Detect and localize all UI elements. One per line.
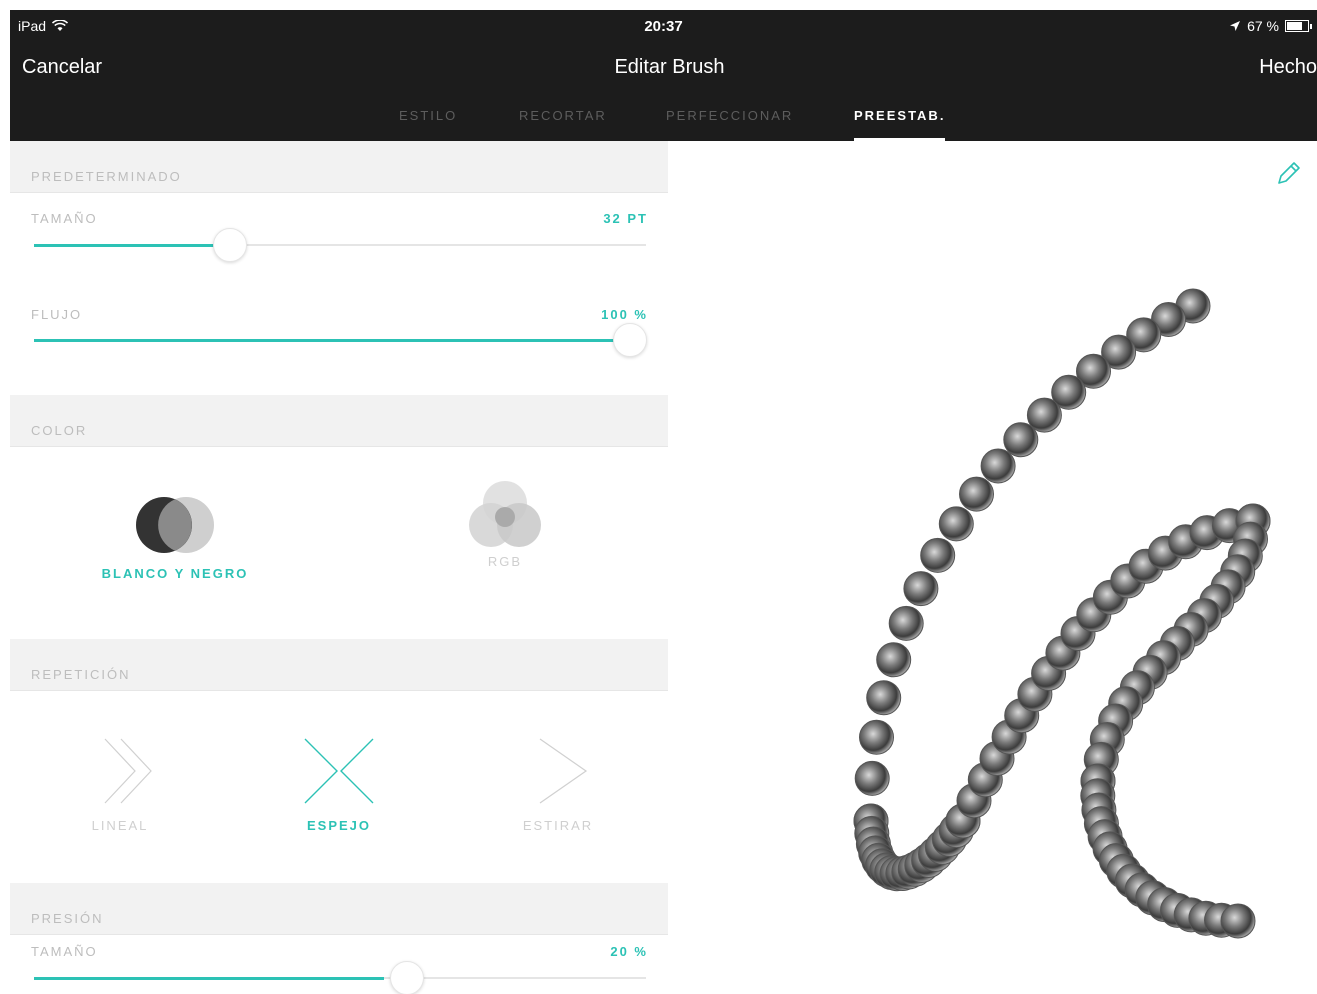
section-title: REPETICIÓN xyxy=(31,667,131,682)
flow-slider[interactable] xyxy=(34,323,647,357)
tab-recortar[interactable]: RECORTAR xyxy=(519,108,607,141)
brush-bead xyxy=(859,719,894,755)
status-bar: iPad 20:37 67 % xyxy=(18,16,1312,36)
section-title: COLOR xyxy=(31,423,88,438)
repeat-option-estirar[interactable]: ESTIRAR xyxy=(508,735,608,833)
tab-preestab[interactable]: PREESTAB. xyxy=(854,108,946,141)
flow-slider-label: FLUJO xyxy=(31,307,83,322)
double-chevron-icon xyxy=(104,738,152,804)
app-frame: iPad 20:37 67 % Cancelar Editar Brush He… xyxy=(10,10,1317,994)
size-slider-value: 32 PT xyxy=(603,211,648,226)
brush-bead xyxy=(1003,422,1039,458)
brush-stroke-preview xyxy=(853,288,1271,939)
color-option-rgb[interactable]: RGB xyxy=(430,481,580,569)
pressure-size-fill xyxy=(34,977,384,980)
brush-preview-canvas[interactable] xyxy=(668,141,1317,994)
brush-bead xyxy=(876,642,912,678)
repeat-option-espejo[interactable]: ESPEJO xyxy=(289,735,389,833)
top-bar: iPad 20:37 67 % Cancelar Editar Brush He… xyxy=(10,10,1317,141)
brush-bead xyxy=(888,605,924,641)
repeat-option-lineal[interactable]: LINEAL xyxy=(70,735,170,833)
color-option-label: RGB xyxy=(487,554,523,569)
brush-bead xyxy=(866,680,902,716)
color-option-black-white[interactable]: BLANCO Y NEGRO xyxy=(90,491,260,581)
pressure-size-label: TAMAÑO xyxy=(31,944,98,959)
size-slider-label: TAMAÑO xyxy=(31,211,98,226)
black-white-icon xyxy=(136,497,214,553)
size-slider-fill xyxy=(34,244,230,247)
brush-bead xyxy=(903,571,939,607)
section-title: PREDETERMINADO xyxy=(31,169,182,184)
battery-icon xyxy=(1285,20,1312,32)
rgb-icon xyxy=(469,481,541,547)
battery-percent: 67 % xyxy=(1247,18,1279,34)
repeat-option-label: LINEAL xyxy=(91,818,149,833)
status-right: 67 % xyxy=(1229,18,1312,34)
section-title: PRESIÓN xyxy=(31,911,104,926)
pressure-size-slider[interactable] xyxy=(34,961,646,994)
section-header-predeterminado: PREDETERMINADO xyxy=(10,141,668,193)
done-button[interactable]: Hecho xyxy=(1259,56,1317,79)
brush-bead xyxy=(938,506,974,542)
flow-slider-thumb[interactable] xyxy=(613,323,647,357)
pressure-size-thumb[interactable] xyxy=(390,961,424,994)
repeat-option-label: ESPEJO xyxy=(306,818,372,833)
settings-panel: PREDETERMINADO TAMAÑO 32 PT FLUJO 100 % … xyxy=(10,141,668,994)
section-header-repeticion: REPETICIÓN xyxy=(10,639,668,691)
flow-slider-value: 100 % xyxy=(601,307,648,322)
section-header-presion: PRESIÓN xyxy=(10,883,668,935)
brush-bead xyxy=(854,760,890,796)
color-option-label: BLANCO Y NEGRO xyxy=(101,566,249,581)
tab-bar: ESTILO RECORTAR PERFECCIONAR PREESTAB. xyxy=(10,108,1317,141)
brush-bead xyxy=(959,476,994,512)
repeat-option-label: ESTIRAR xyxy=(522,818,594,833)
tab-estilo[interactable]: ESTILO xyxy=(399,108,457,141)
status-time: 20:37 xyxy=(644,18,683,35)
tab-perfeccionar[interactable]: PERFECCIONAR xyxy=(666,108,793,141)
location-icon xyxy=(1230,21,1241,31)
size-slider[interactable] xyxy=(34,228,646,262)
size-slider-thumb[interactable] xyxy=(213,228,247,262)
brush-bead xyxy=(980,448,1016,484)
flow-slider-fill xyxy=(34,339,630,342)
brush-bead xyxy=(920,537,956,573)
stretch-chevron-icon xyxy=(539,738,588,804)
mirror-icon xyxy=(304,738,374,804)
section-header-color: COLOR xyxy=(10,395,668,447)
pressure-size-value: 20 % xyxy=(610,944,648,959)
brush-bead xyxy=(1220,903,1256,939)
nav-bar: Cancelar Editar Brush Hecho xyxy=(22,56,1317,84)
page-title: Editar Brush xyxy=(614,56,725,78)
